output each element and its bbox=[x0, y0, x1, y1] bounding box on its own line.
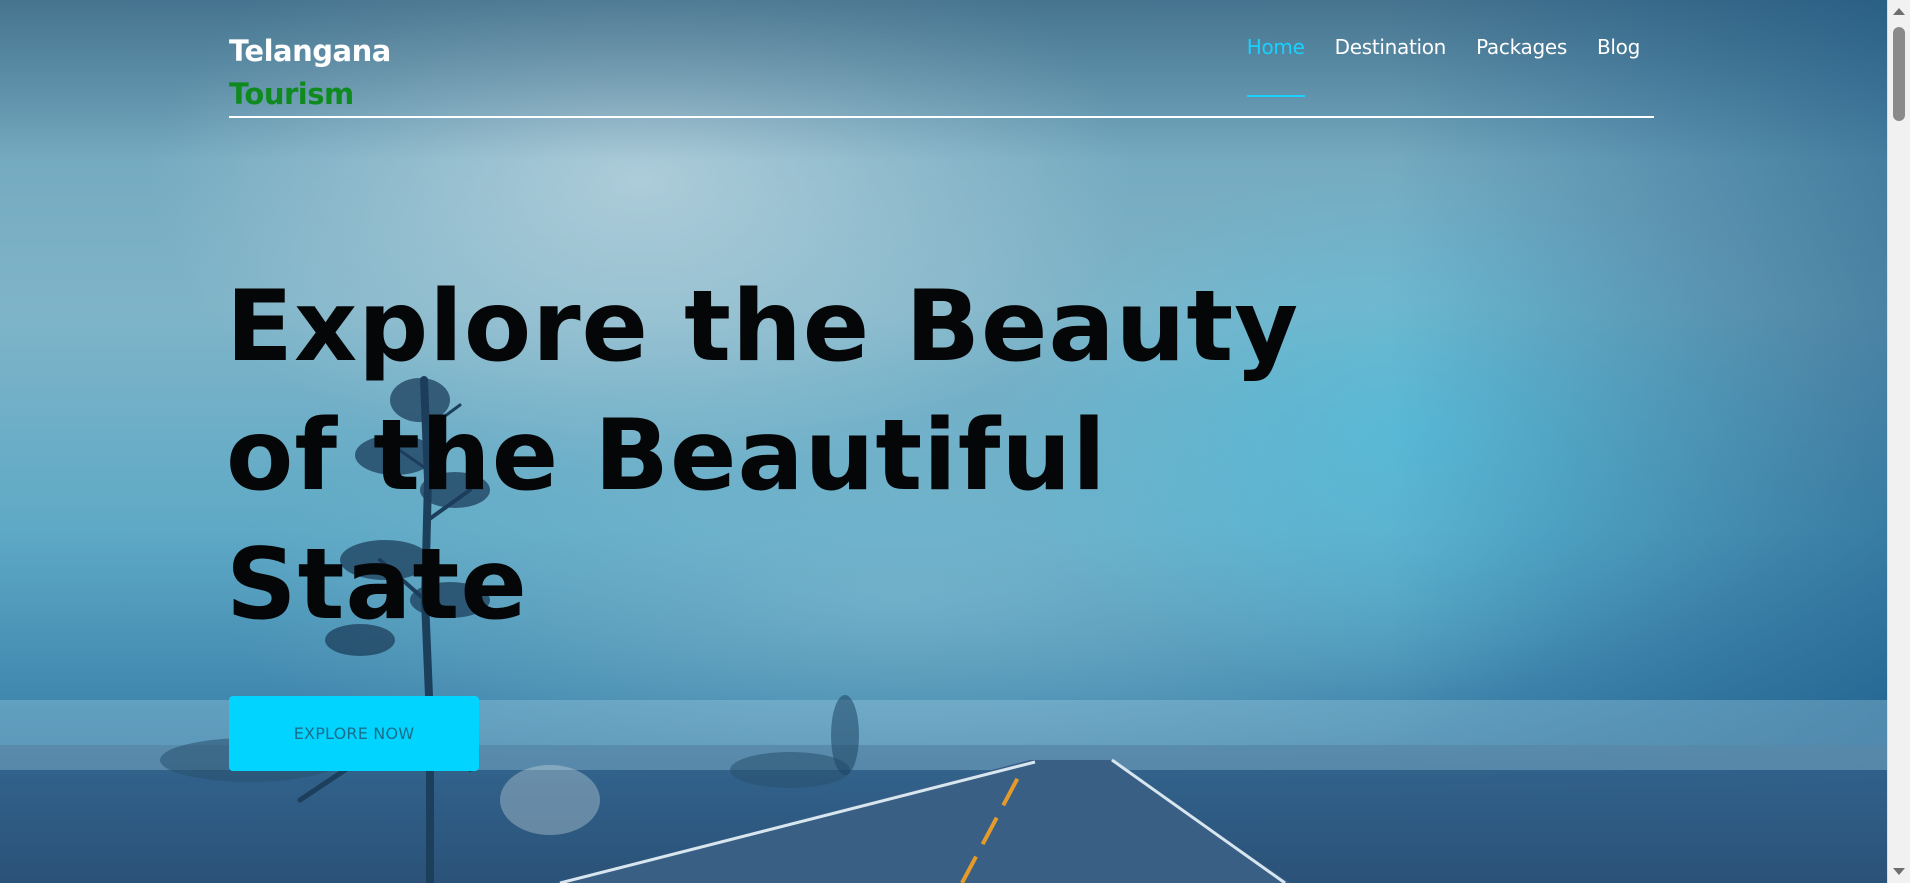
top-navbar: Telangana Tourism Home Destination Packa… bbox=[229, 0, 1654, 118]
page-viewport: Telangana Tourism Home Destination Packa… bbox=[0, 0, 1910, 883]
hero-heading-line-1: Explore the Beauty bbox=[226, 270, 1300, 384]
nav-menu: Home Destination Packages Blog bbox=[1246, 33, 1640, 97]
logo-line-tourism: Tourism bbox=[229, 77, 354, 111]
page-scrollbar[interactable] bbox=[1887, 0, 1910, 883]
nav-link-destination[interactable]: Destination bbox=[1335, 33, 1447, 97]
nav-link-blog[interactable]: Blog bbox=[1597, 33, 1640, 97]
hero-heading-line-3: State bbox=[226, 528, 528, 642]
scrollbar-thumb[interactable] bbox=[1893, 27, 1905, 121]
explore-now-button[interactable]: EXPLORE NOW bbox=[229, 696, 479, 771]
scroll-up-arrow-icon[interactable] bbox=[1893, 8, 1905, 15]
nav-link-home[interactable]: Home bbox=[1246, 33, 1305, 97]
hero-heading-line-2: of the Beautiful bbox=[226, 399, 1107, 513]
scroll-down-arrow-icon[interactable] bbox=[1893, 868, 1905, 875]
logo-line-telangana: Telangana bbox=[229, 34, 391, 68]
site-logo[interactable]: Telangana Tourism bbox=[229, 30, 391, 116]
nav-link-packages[interactable]: Packages bbox=[1476, 33, 1567, 97]
road-shape bbox=[555, 760, 1290, 883]
hero-heading: Explore the Beauty of the Beautiful Stat… bbox=[226, 263, 1326, 650]
